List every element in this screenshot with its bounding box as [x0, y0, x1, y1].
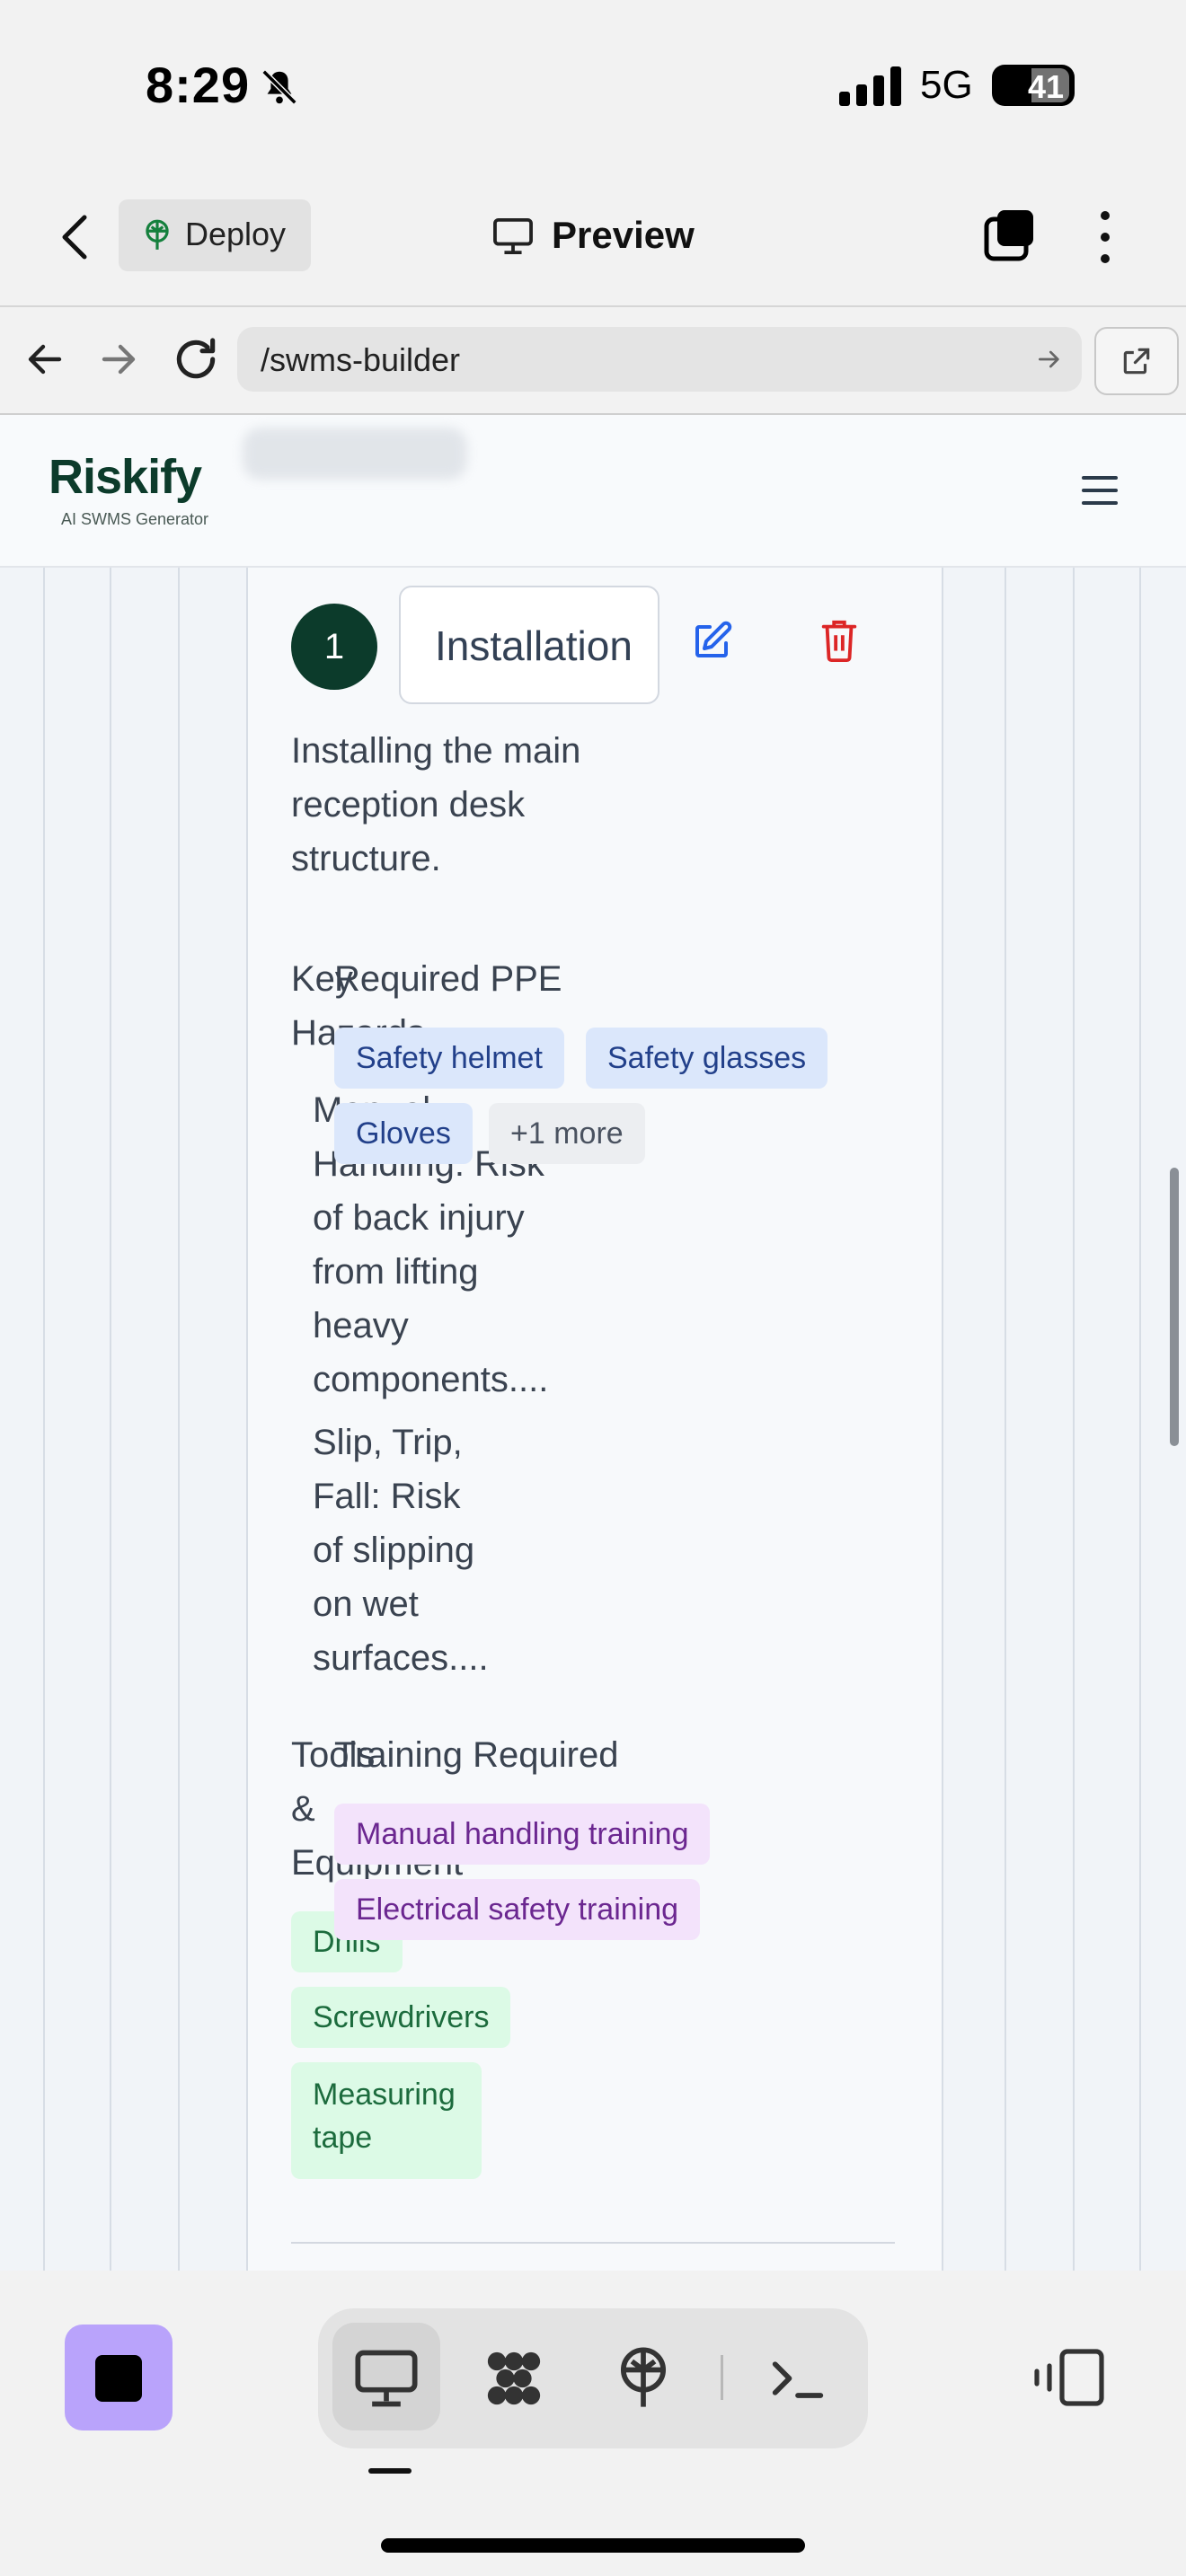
external-link-icon — [1123, 348, 1150, 375]
battery-percent: 41 — [1028, 68, 1065, 105]
column-guide — [1073, 568, 1075, 2271]
back-chevron-icon[interactable] — [54, 212, 99, 262]
section-divider — [291, 2242, 895, 2244]
column-guide — [178, 568, 180, 2271]
ppe-chip: Safety helmet — [334, 1028, 564, 1089]
stop-icon — [95, 2355, 142, 2402]
url-field[interactable]: /swms-builder — [237, 327, 1082, 392]
ppe-more-chip[interactable]: +1 more — [489, 1103, 645, 1164]
stop-button[interactable] — [65, 2325, 173, 2430]
ppe-label: Required PPE — [334, 959, 562, 999]
logo-text: Riskify — [49, 450, 202, 504]
column-guide — [1005, 568, 1006, 2271]
deploy-button[interactable]: Deploy — [119, 199, 311, 271]
column-guide — [43, 568, 45, 2271]
kebab-menu-icon[interactable] — [1091, 208, 1120, 266]
battery-icon: 41 — [992, 65, 1075, 106]
tool-chip: Measuring tape — [291, 2062, 482, 2179]
open-external-button[interactable] — [1094, 327, 1179, 395]
tabs-icon[interactable] — [983, 208, 1037, 262]
riskify-logo[interactable]: Riskify AI SWMS Generator — [49, 449, 228, 535]
trash-icon[interactable] — [819, 618, 859, 663]
home-indicator — [381, 2538, 805, 2553]
step-title-value: Installation — [435, 622, 633, 669]
bell-slash-icon — [261, 69, 297, 105]
step-number: 1 — [291, 604, 377, 690]
logo-subtitle: AI SWMS Generator — [61, 510, 209, 528]
go-arrow-icon[interactable] — [1035, 345, 1064, 374]
grid-icon[interactable] — [480, 2344, 548, 2413]
step-title-input[interactable]: Installation — [399, 586, 659, 704]
training-label: Training Required — [334, 1735, 619, 1775]
step-description: Installing the main reception desk struc… — [291, 731, 581, 878]
arrow-right-icon[interactable] — [97, 338, 140, 381]
column-guide — [110, 568, 111, 2271]
deploy-icon[interactable] — [609, 2344, 677, 2413]
deploy-icon — [146, 219, 169, 250]
monitor-icon — [493, 217, 533, 255]
ppe-chip: Safety glasses — [586, 1028, 828, 1089]
tool-chip: Screwdrivers — [291, 1987, 511, 2048]
terminal-icon[interactable] — [764, 2344, 832, 2413]
scrollbar[interactable] — [1170, 1168, 1179, 1446]
edit-icon[interactable] — [690, 620, 733, 663]
hazard-item: Slip, Trip, Fall: Risk of slipping on we… — [313, 1423, 489, 1678]
hamburger-icon[interactable] — [1078, 472, 1121, 508]
reload-icon[interactable] — [171, 334, 221, 384]
view-switcher — [318, 2308, 868, 2448]
side-panel-icon[interactable] — [1033, 2348, 1105, 2407]
blurred-overlay — [243, 428, 467, 480]
training-chip: Manual handling training — [334, 1804, 711, 1865]
deploy-label: Deploy — [185, 216, 287, 252]
desktop-icon[interactable] — [352, 2344, 420, 2413]
signal-icon — [839, 66, 901, 106]
preview-tab[interactable]: Preview — [492, 208, 708, 262]
separator — [721, 2355, 723, 2400]
url-text: /swms-builder — [261, 341, 461, 378]
training-chip: Electrical safety training — [334, 1879, 701, 1940]
status-time: 8:29 — [146, 57, 251, 113]
active-indicator — [368, 2468, 412, 2474]
column-guide — [1139, 568, 1141, 2271]
arrow-left-icon[interactable] — [23, 338, 66, 381]
network-type: 5G — [920, 63, 973, 107]
preview-label: Preview — [552, 214, 695, 256]
ppe-chip: Gloves — [334, 1103, 473, 1164]
